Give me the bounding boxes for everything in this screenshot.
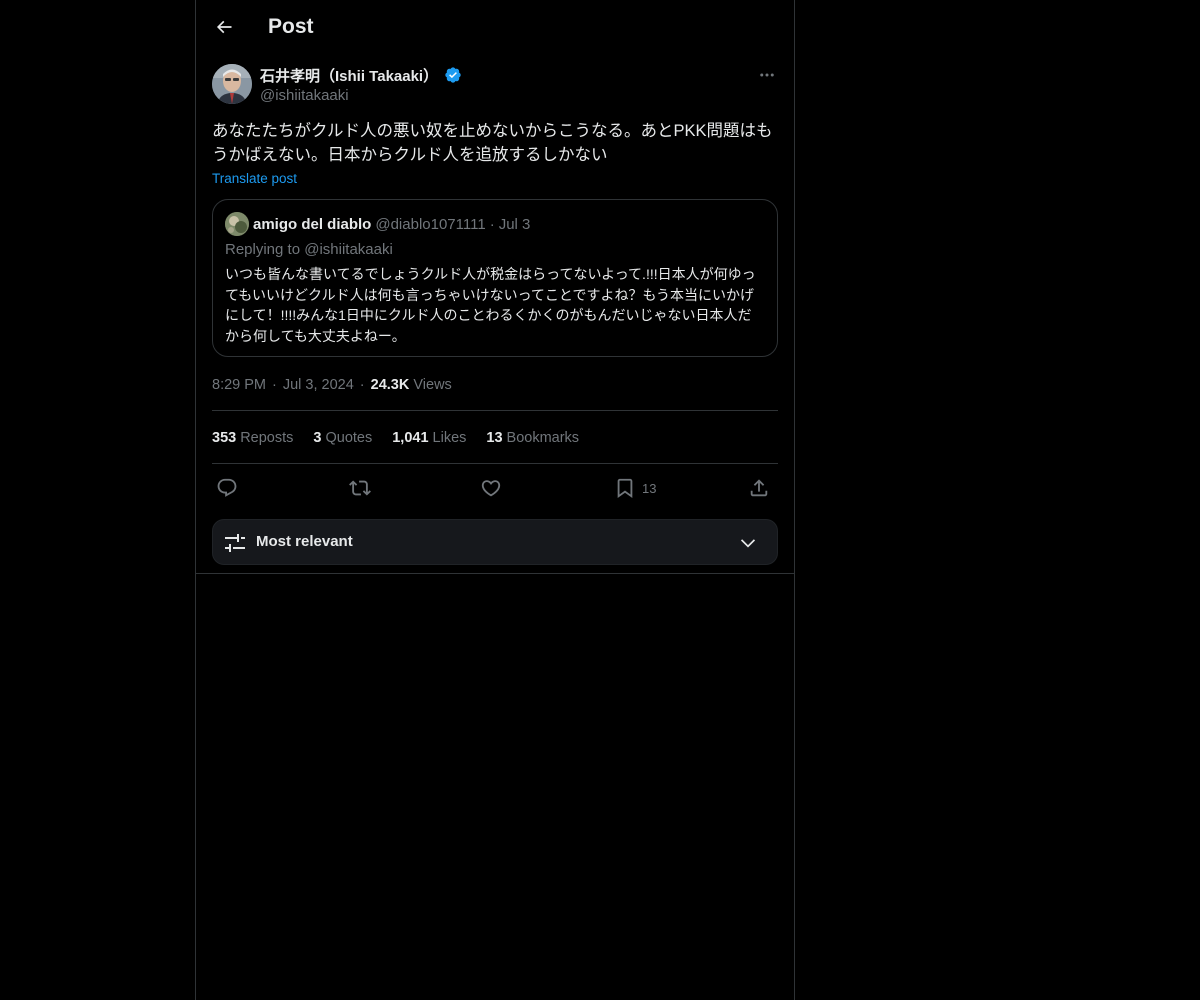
quotes-stat[interactable]: 3 Quotes bbox=[313, 430, 372, 446]
quote-header: amigo del diablo @diablo1071111 · Jul 3 bbox=[253, 213, 530, 235]
post-text: あなたたちがクルド人の悪い奴を止めないからこうなる。あとPKK問題はもうかばえな… bbox=[212, 122, 773, 164]
divider bbox=[212, 463, 778, 464]
quote-separator: · bbox=[489, 215, 495, 233]
bookmarks-stat[interactable]: 13 Bookmarks bbox=[486, 430, 579, 446]
sort-label: Most relevant bbox=[256, 533, 353, 550]
heart-icon bbox=[481, 480, 501, 497]
views-label: Views bbox=[413, 377, 452, 393]
quote-text: いつも皆んな書いてるでしょうクルド人が税金はらってないよって.!!!日本人が何ゆ… bbox=[225, 266, 756, 344]
arrow-left-icon bbox=[216, 20, 232, 34]
reposts-count: 353 bbox=[212, 430, 237, 446]
quote-author-handle: @diablo1071111 bbox=[375, 215, 486, 233]
divider bbox=[212, 410, 778, 411]
translate-post-link[interactable]: Translate post bbox=[212, 170, 297, 188]
post-actions-row: 13 bbox=[212, 474, 778, 502]
share-icon bbox=[750, 479, 768, 497]
likes-count: 1,041 bbox=[392, 430, 429, 446]
more-dots-icon bbox=[760, 73, 774, 77]
reply-button[interactable] bbox=[216, 474, 238, 502]
repost-button[interactable] bbox=[349, 474, 371, 502]
quotes-label: Quotes bbox=[325, 430, 373, 446]
quote-author-avatar bbox=[225, 212, 249, 236]
back-button[interactable] bbox=[210, 13, 238, 41]
quote-author-name: amigo del diablo bbox=[253, 215, 372, 233]
quoted-post-card[interactable]: amigo del diablo @diablo1071111 · Jul 3 … bbox=[212, 199, 778, 357]
bookmark-button[interactable]: 13 bbox=[614, 474, 656, 502]
reposts-stat[interactable]: 353 Reposts bbox=[212, 430, 293, 446]
reply-icon bbox=[217, 478, 237, 497]
quote-avatar-image bbox=[225, 212, 249, 236]
avatar-image bbox=[212, 64, 252, 104]
bookmarks-count: 13 bbox=[486, 430, 503, 446]
sliders-icon bbox=[225, 534, 245, 552]
more-options-button[interactable] bbox=[756, 64, 778, 86]
like-button[interactable] bbox=[480, 474, 502, 502]
quote-date: Jul 3 bbox=[498, 215, 531, 233]
repost-icon bbox=[349, 480, 371, 496]
chevron-down-icon bbox=[740, 539, 756, 548]
engagement-stats-row: 353 Reposts 3 Quotes 1,041 Likes 13 Bookmark… bbox=[212, 428, 579, 448]
meta-separator: · bbox=[272, 377, 277, 393]
likes-label: Likes bbox=[432, 430, 467, 446]
views-count: 24.3K bbox=[370, 377, 410, 393]
page-title: Post bbox=[268, 15, 314, 38]
post-time[interactable]: 8:29 PM bbox=[212, 377, 266, 393]
bookmark-count: 13 bbox=[642, 480, 657, 496]
verified-badge-icon bbox=[445, 67, 461, 83]
author-handle[interactable]: @ishiitakaaki bbox=[260, 86, 349, 106]
page-header: Post bbox=[196, 0, 794, 54]
author-avatar[interactable] bbox=[212, 64, 252, 104]
post-author-row: 石井孝明（Ishii Takaaki） @ishiitakaaki bbox=[212, 64, 778, 108]
quotes-count: 3 bbox=[313, 430, 322, 446]
meta-separator: · bbox=[359, 377, 365, 393]
bookmarks-label: Bookmarks bbox=[506, 430, 580, 446]
share-button[interactable] bbox=[748, 474, 770, 502]
post-detail-column: Post 石井孝明（Ishii Takaaki） @ishiitakaaki あ… bbox=[195, 0, 795, 1000]
thread-end-divider bbox=[196, 573, 794, 574]
author-name-line: 石井孝明（Ishii Takaaki） bbox=[260, 64, 462, 86]
post-meta-row: 8:29 PM · Jul 3, 2024 · 24.3K Views bbox=[212, 374, 452, 396]
quote-replying-to: Replying to @ishiitakaaki bbox=[225, 241, 393, 258]
bookmark-icon bbox=[617, 478, 633, 499]
reposts-label: Reposts bbox=[240, 430, 294, 446]
likes-stat[interactable]: 1,041 Likes bbox=[392, 430, 466, 446]
reply-sort-dropdown[interactable]: Most relevant bbox=[212, 519, 778, 565]
post-date[interactable]: Jul 3, 2024 bbox=[283, 377, 354, 393]
author-name[interactable]: 石井孝明（Ishii Takaaki） bbox=[260, 65, 438, 86]
